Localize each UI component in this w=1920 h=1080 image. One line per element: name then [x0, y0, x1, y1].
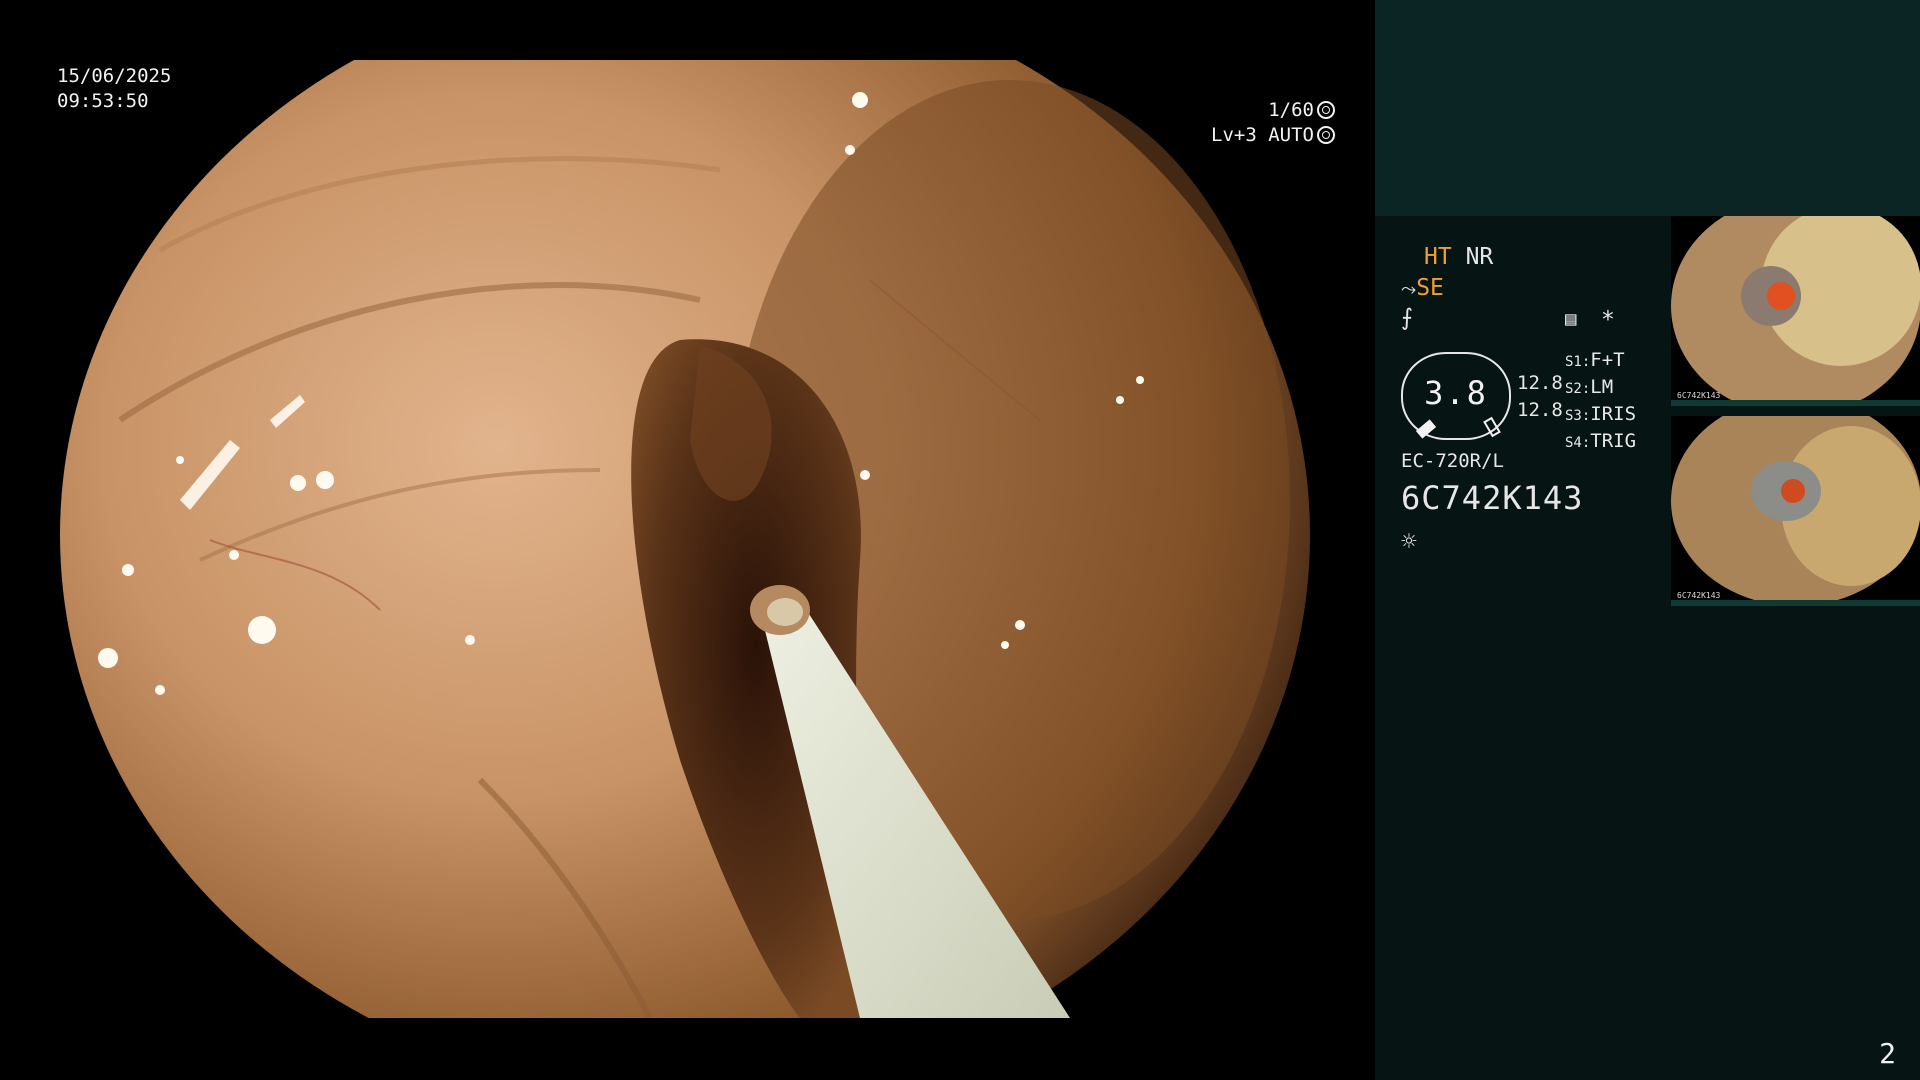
scope-serial: 6C742K143 — [1401, 479, 1584, 517]
ht-indicator: HT — [1424, 244, 1452, 270]
page-number: 2 — [1879, 1037, 1896, 1070]
gauge-left-reading: 12.8 — [1517, 372, 1563, 394]
exposure-readout: 1/60 Lv+3 AUTO — [1211, 98, 1335, 148]
iris-icon — [1317, 126, 1335, 144]
gauge-right-marker — [1483, 416, 1501, 438]
date-time-readout: 15/06/2025 09:53:50 — [57, 64, 171, 114]
nr-indicator: NR — [1465, 244, 1494, 270]
endoscope-view: 15/06/2025 09:53:50 1/60 Lv+3 AUTO — [0, 0, 1375, 1080]
date-text: 15/06/2025 — [57, 65, 172, 87]
status-panel: HT NR ⤳SE ⨍ ▤ * 3.8 12.8 12.8 S1:F+T S2:… — [1375, 0, 1920, 1080]
asterisk-icon: * — [1601, 307, 1615, 333]
se-indicator: SE — [1416, 275, 1444, 301]
switch-s2: S2:LM — [1565, 376, 1614, 398]
thumbnail-1-label: 6C742K143 — [1677, 391, 1721, 400]
se-row: ⤳SE — [1401, 274, 1444, 303]
menu-icon: ▤ — [1565, 308, 1577, 330]
iris-mode: AUTO — [1268, 124, 1314, 146]
switch-s3: S3:IRIS — [1565, 403, 1637, 425]
hand-icon: ⤳ — [1401, 278, 1417, 300]
light-icon: ☼ — [1401, 527, 1417, 557]
time-text: 09:53:50 — [57, 90, 149, 112]
switch-assignments: S1:F+T S2:LM S3:IRIS S4:TRIG — [1565, 348, 1636, 456]
gauge-right-reading: 12.8 — [1517, 399, 1563, 421]
thumbnail-2-bar — [1671, 600, 1920, 606]
thumbnail-1[interactable]: 6C742K143 — [1671, 216, 1920, 406]
thumbnail-1-bar — [1671, 400, 1920, 406]
shutter-speed: 1/60 — [1268, 99, 1314, 121]
pressure-gauge: 3.8 — [1401, 352, 1511, 440]
scope-model: EC-720R/L — [1401, 450, 1504, 472]
switch-s1: S1:F+T — [1565, 349, 1625, 371]
zigzag-icon: ⨍ — [1401, 305, 1413, 331]
gauge-left-marker — [1415, 419, 1437, 439]
thumbnail-1-image — [1671, 216, 1920, 406]
gauge-value: 3.8 — [1424, 374, 1488, 412]
thumbnail-2-image — [1671, 416, 1920, 606]
brightness-level: Lv+3 — [1211, 124, 1257, 146]
panel-header-area — [1375, 0, 1920, 216]
thumbnail-2-label: 6C742K143 — [1677, 591, 1721, 600]
shutter-icon — [1317, 101, 1335, 119]
thumbnail-2[interactable]: 6C742K143 — [1671, 416, 1920, 606]
endoscope-image — [60, 60, 1310, 1018]
switch-s4: S4:TRIG — [1565, 430, 1637, 452]
mode-indicators: HT NR — [1424, 243, 1493, 271]
